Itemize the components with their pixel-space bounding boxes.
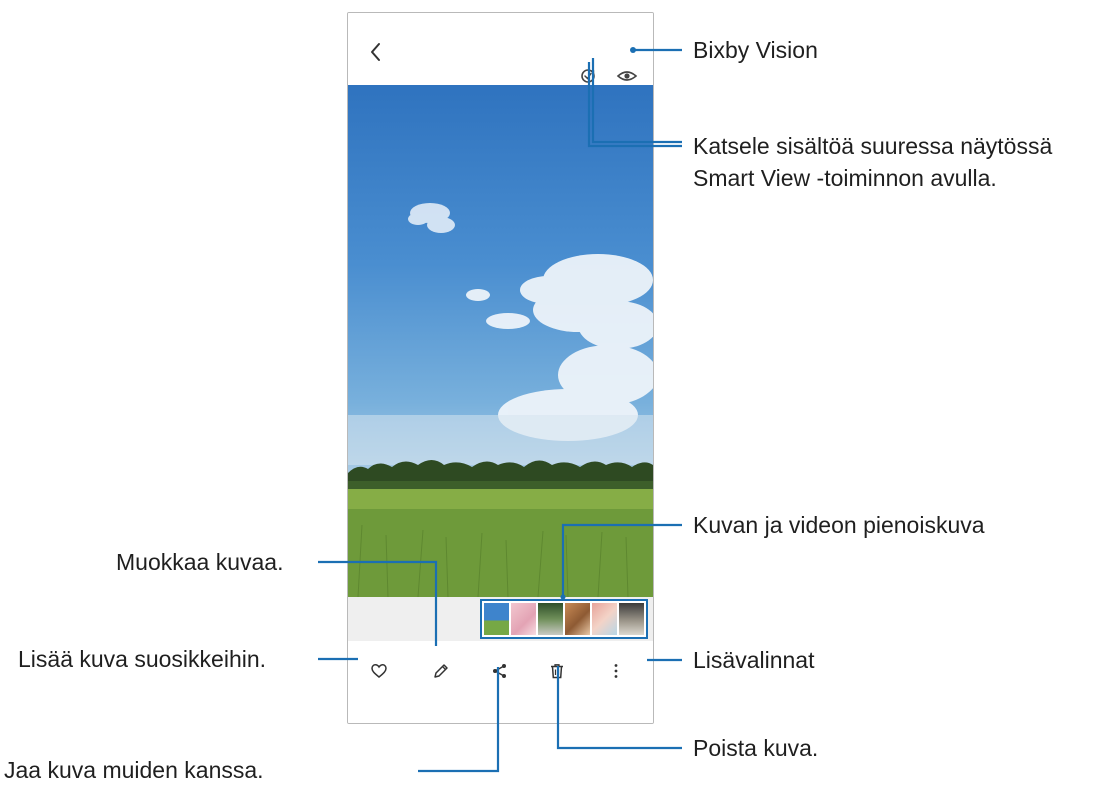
callout-line-delete — [556, 666, 682, 750]
callout-delete: Poista kuva. — [693, 735, 819, 761]
callout-smart-view-line-2: Smart View -toiminnon avulla. — [693, 165, 997, 191]
callout-line-edit — [318, 560, 438, 646]
callout-line-smart-view-double — [591, 58, 682, 144]
callout-share: Jaa kuva muiden kanssa. — [4, 757, 264, 783]
callout-bixby-vision: Bixby Vision — [693, 37, 818, 63]
callout-line-share — [418, 667, 500, 773]
callout-favourite: Lisää kuva suosikkeihin. — [18, 646, 267, 672]
callout-line-smart-view — [587, 62, 682, 148]
callout-more-options: Lisävalinnat — [693, 647, 815, 673]
callout-smart-view-line-1: Katsele sisältöä suuressa näytössä — [693, 133, 1053, 159]
callout-thumbnails: Kuvan ja videon pienoiskuva — [693, 512, 985, 538]
callout-edit: Muokkaa kuvaa. — [116, 549, 284, 575]
callout-line-thumbnails — [561, 523, 682, 597]
